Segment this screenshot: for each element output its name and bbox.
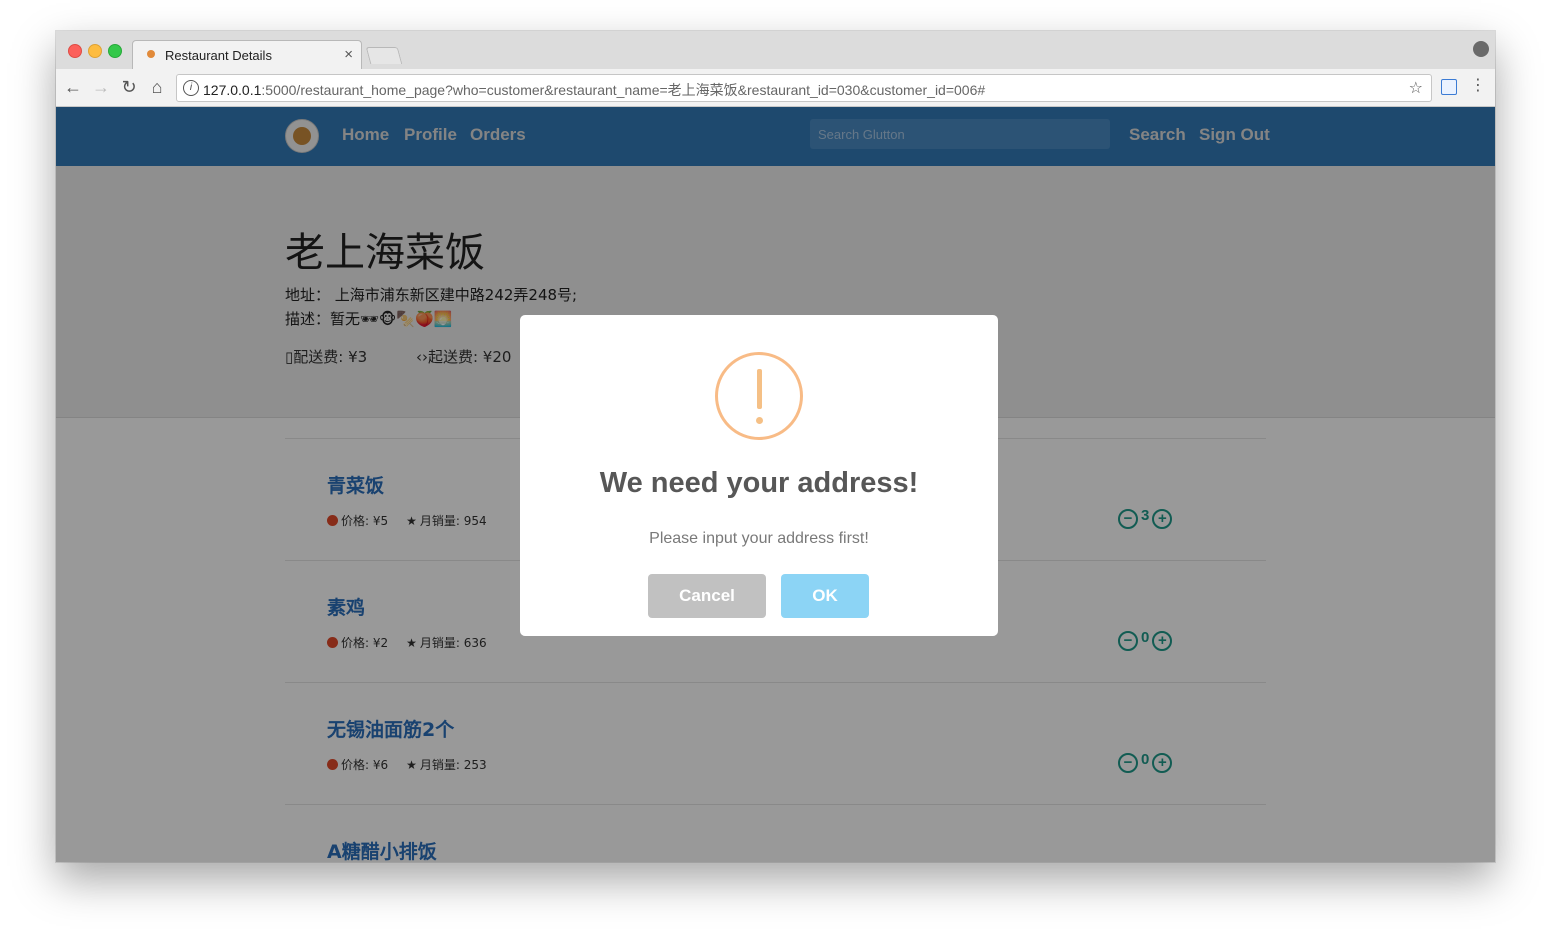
warning-icon — [715, 352, 803, 440]
tab-title: Restaurant Details — [165, 48, 272, 63]
bookmark-star-icon[interactable]: ☆ — [1409, 78, 1423, 98]
extension-icon[interactable] — [1441, 79, 1457, 95]
minimize-window-icon[interactable] — [88, 44, 102, 58]
favicon-icon — [147, 50, 155, 58]
url-host: 127.0.0.1 — [203, 82, 262, 98]
profile-icon[interactable] — [1473, 41, 1489, 57]
home-icon[interactable]: ⌂ — [146, 76, 168, 98]
browser-toolbar: ← → ↻ ⌂ i 127.0.0.1:5000/restaurant_home… — [56, 69, 1495, 107]
tab-restaurant-details[interactable]: Restaurant Details × — [132, 40, 362, 70]
ok-button[interactable]: OK — [781, 574, 869, 618]
new-tab-button[interactable] — [365, 47, 403, 64]
back-icon[interactable]: ← — [62, 76, 84, 98]
url-text[interactable]: 127.0.0.1:5000/restaurant_home_page?who=… — [203, 80, 985, 100]
warning-dot — [756, 417, 763, 424]
browser-menu-icon[interactable]: ⋮ — [1470, 75, 1486, 95]
address-bar[interactable]: i 127.0.0.1:5000/restaurant_home_page?wh… — [176, 74, 1432, 102]
close-window-icon[interactable] — [68, 44, 82, 58]
maximize-window-icon[interactable] — [108, 44, 122, 58]
cancel-button[interactable]: Cancel — [648, 574, 766, 618]
tab-close-icon[interactable]: × — [344, 46, 353, 63]
info-icon[interactable]: i — [183, 80, 199, 96]
dialog-message: Please input your address first! — [649, 530, 869, 547]
address-alert-dialog: We need your address! Please input your … — [520, 315, 998, 636]
browser-window: Restaurant Details × ← → ↻ ⌂ i 127.0.0.1… — [56, 31, 1495, 862]
url-path: :5000/restaurant_home_page?who=customer&… — [261, 82, 986, 98]
tab-strip: Restaurant Details × — [56, 31, 1495, 70]
warning-bar — [757, 369, 762, 409]
reload-icon[interactable]: ↻ — [118, 76, 140, 98]
page-content: Home Profile Orders Search Sign Out 老上海菜… — [56, 107, 1495, 862]
forward-icon[interactable]: → — [90, 76, 112, 98]
dialog-title: We need your address! — [599, 467, 919, 499]
